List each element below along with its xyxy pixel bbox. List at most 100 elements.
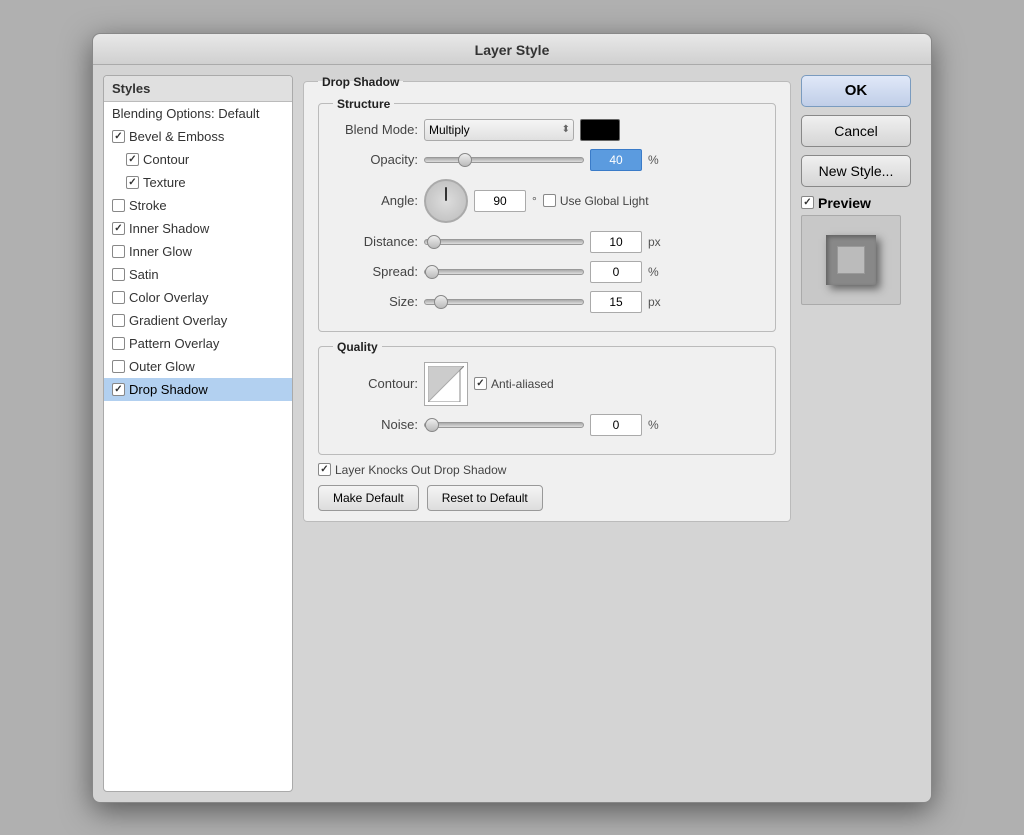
sidebar-item-bevel-emboss[interactable]: Bevel & Emboss xyxy=(104,125,292,148)
ok-button[interactable]: OK xyxy=(801,75,911,107)
checkbox-drop-shadow[interactable] xyxy=(112,383,125,396)
preview-inner xyxy=(826,235,876,285)
sidebar-header: Styles xyxy=(104,76,292,102)
size-thumb[interactable] xyxy=(434,295,448,309)
sidebar-label-gradient-overlay: Gradient Overlay xyxy=(129,313,227,328)
angle-row: Angle: ° Use Global Light xyxy=(333,179,761,223)
bottom-buttons: Make Default Reset to Default xyxy=(318,485,776,511)
size-slider[interactable] xyxy=(424,299,584,305)
noise-label: Noise: xyxy=(333,417,418,432)
noise-thumb[interactable] xyxy=(425,418,439,432)
spread-row: Spread: % xyxy=(333,261,761,283)
sidebar-label-satin: Satin xyxy=(129,267,159,282)
opacity-input[interactable] xyxy=(590,149,642,171)
preview-inner-box xyxy=(837,246,865,274)
checkbox-gradient-overlay[interactable] xyxy=(112,314,125,327)
anti-aliased-checkbox[interactable] xyxy=(474,377,487,390)
angle-input[interactable] xyxy=(474,190,526,212)
sidebar-item-contour[interactable]: Contour xyxy=(104,148,292,171)
spread-unit: % xyxy=(648,265,659,279)
distance-input[interactable] xyxy=(590,231,642,253)
sidebar-label-pattern-overlay: Pattern Overlay xyxy=(129,336,219,351)
sidebar-label-contour: Contour xyxy=(143,152,189,167)
opacity-slider[interactable] xyxy=(424,157,584,163)
size-row: Size: px xyxy=(333,291,761,313)
make-default-button[interactable]: Make Default xyxy=(318,485,419,511)
layer-knocks-out-checkbox[interactable] xyxy=(318,463,331,476)
distance-row: Distance: px xyxy=(333,231,761,253)
checkbox-inner-shadow[interactable] xyxy=(112,222,125,235)
noise-slider[interactable] xyxy=(424,422,584,428)
anti-aliased-label[interactable]: Anti-aliased xyxy=(474,377,554,391)
preview-checkbox[interactable] xyxy=(801,196,814,209)
angle-dial[interactable] xyxy=(424,179,468,223)
sidebar-item-satin[interactable]: Satin xyxy=(104,263,292,286)
distance-label: Distance: xyxy=(333,234,418,249)
use-global-checkbox[interactable] xyxy=(543,194,556,207)
sidebar-item-color-overlay[interactable]: Color Overlay xyxy=(104,286,292,309)
checkbox-outer-glow[interactable] xyxy=(112,360,125,373)
angle-unit: ° xyxy=(532,194,537,208)
contour-row: Contour: Anti-aliased xyxy=(333,362,761,406)
drop-shadow-fieldset: Drop Shadow Structure Blend Mode: Multip… xyxy=(303,75,791,522)
new-style-button[interactable]: New Style... xyxy=(801,155,911,187)
checkbox-contour[interactable] xyxy=(126,153,139,166)
sidebar-item-drop-shadow[interactable]: Drop Shadow xyxy=(104,378,292,401)
sidebar-item-pattern-overlay[interactable]: Pattern Overlay xyxy=(104,332,292,355)
spread-thumb[interactable] xyxy=(425,265,439,279)
blend-mode-select-wrapper: Multiply Normal Screen Overlay ⬍ xyxy=(424,119,574,141)
layer-knocks-out-label[interactable]: Layer Knocks Out Drop Shadow xyxy=(318,463,506,477)
layer-knocks-out-row: Layer Knocks Out Drop Shadow xyxy=(318,463,776,477)
sidebar-item-gradient-overlay[interactable]: Gradient Overlay xyxy=(104,309,292,332)
checkbox-satin[interactable] xyxy=(112,268,125,281)
quality-legend: Quality xyxy=(333,340,382,354)
shadow-color-swatch[interactable] xyxy=(580,119,620,141)
size-label: Size: xyxy=(333,294,418,309)
sidebar-item-texture[interactable]: Texture xyxy=(104,171,292,194)
blend-mode-row: Blend Mode: Multiply Normal Screen Overl… xyxy=(333,119,761,141)
sidebar-label-texture: Texture xyxy=(143,175,186,190)
main-content: Drop Shadow Structure Blend Mode: Multip… xyxy=(303,75,791,792)
size-unit: px xyxy=(648,295,661,309)
angle-label: Angle: xyxy=(333,193,418,208)
size-input[interactable] xyxy=(590,291,642,313)
checkbox-stroke[interactable] xyxy=(112,199,125,212)
sidebar-label-color-overlay: Color Overlay xyxy=(129,290,208,305)
blend-mode-select[interactable]: Multiply Normal Screen Overlay xyxy=(424,119,574,141)
checkbox-pattern-overlay[interactable] xyxy=(112,337,125,350)
checkbox-inner-glow[interactable] xyxy=(112,245,125,258)
sidebar-label-bevel-emboss: Bevel & Emboss xyxy=(129,129,224,144)
checkbox-texture[interactable] xyxy=(126,176,139,189)
spread-slider[interactable] xyxy=(424,269,584,275)
styles-sidebar: Styles Blending Options: Default Bevel &… xyxy=(103,75,293,792)
dial-indicator xyxy=(445,187,447,201)
sidebar-label-inner-glow: Inner Glow xyxy=(129,244,192,259)
sidebar-label-inner-shadow: Inner Shadow xyxy=(129,221,209,236)
checkbox-color-overlay[interactable] xyxy=(112,291,125,304)
spread-input[interactable] xyxy=(590,261,642,283)
quality-fieldset: Quality Contour: xyxy=(318,340,776,455)
distance-unit: px xyxy=(648,235,661,249)
distance-slider[interactable] xyxy=(424,239,584,245)
sidebar-label-stroke: Stroke xyxy=(129,198,167,213)
layer-style-dialog: Layer Style Styles Blending Options: Def… xyxy=(92,33,932,803)
sidebar-item-stroke[interactable]: Stroke xyxy=(104,194,292,217)
use-global-label[interactable]: Use Global Light xyxy=(543,194,649,208)
contour-preview[interactable] xyxy=(424,362,468,406)
distance-thumb[interactable] xyxy=(427,235,441,249)
opacity-thumb[interactable] xyxy=(458,153,472,167)
noise-unit: % xyxy=(648,418,659,432)
sidebar-blending-options[interactable]: Blending Options: Default xyxy=(104,102,292,125)
checkbox-bevel-emboss[interactable] xyxy=(112,130,125,143)
sidebar-item-outer-glow[interactable]: Outer Glow xyxy=(104,355,292,378)
noise-input[interactable] xyxy=(590,414,642,436)
cancel-button[interactable]: Cancel xyxy=(801,115,911,147)
sidebar-item-inner-shadow[interactable]: Inner Shadow xyxy=(104,217,292,240)
sidebar-item-inner-glow[interactable]: Inner Glow xyxy=(104,240,292,263)
opacity-row: Opacity: % xyxy=(333,149,761,171)
right-panel: OK Cancel New Style... Preview xyxy=(801,75,921,792)
dialog-title: Layer Style xyxy=(93,34,931,65)
reset-to-default-button[interactable]: Reset to Default xyxy=(427,485,543,511)
noise-row: Noise: % xyxy=(333,414,761,436)
preview-label: Preview xyxy=(801,195,871,211)
